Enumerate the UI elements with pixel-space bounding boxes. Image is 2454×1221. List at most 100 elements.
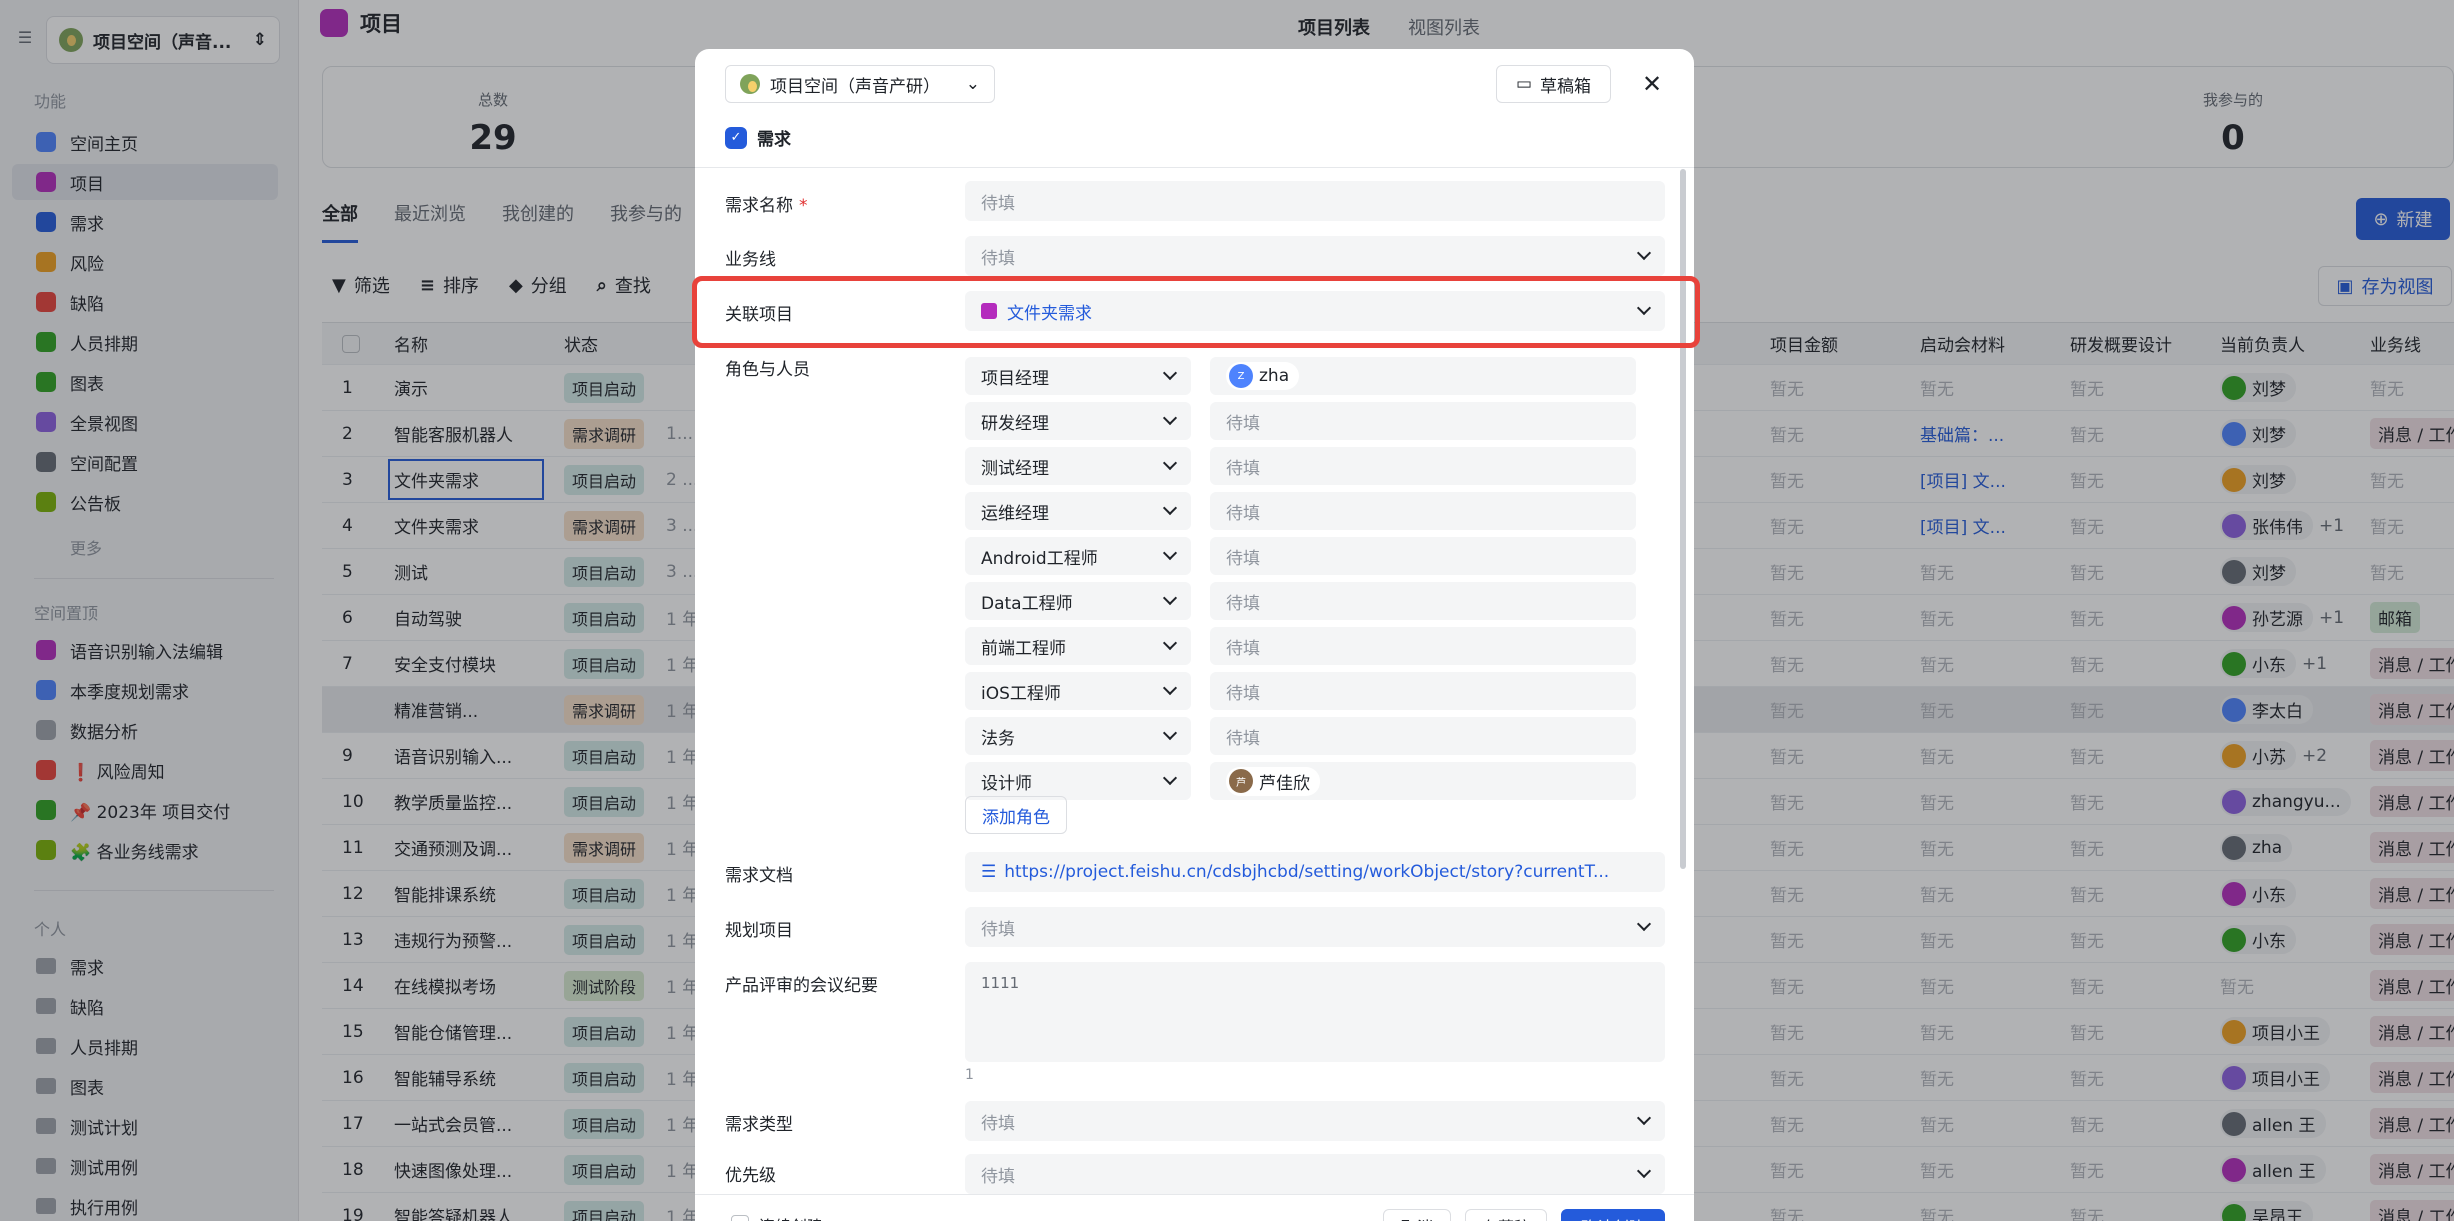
role-name: iOS工程师 [981,683,1061,704]
field-label-priority: 优先级 [725,1166,776,1186]
role-select[interactable]: 研发经理 [965,402,1191,440]
role-name: 项目经理 [981,368,1049,389]
role-select[interactable]: Android工程师 [965,537,1191,575]
role-select[interactable]: 前端工程师 [965,627,1191,665]
chevron-down-icon [1162,500,1178,516]
role-select[interactable]: 设计师 [965,762,1191,800]
confirm-create-button[interactable]: 确认创建 [1561,1209,1665,1221]
placeholder: 待填 [1226,593,1260,614]
inbox-icon: ▭ [1515,74,1533,94]
avatar: Z [1229,364,1253,388]
role-person-field[interactable]: 待填 [1210,492,1636,530]
placeholder: 待填 [981,919,1015,940]
role-person-field[interactable]: 芦芦佳欣 [1210,762,1636,800]
chevron-down-icon: ⌄ [965,74,980,94]
name-label-text: 需求名称 [725,196,793,216]
role-name: 研发经理 [981,413,1049,434]
requirement-name-input[interactable]: 待填 [965,181,1665,221]
cancel-button[interactable]: 取消 [1383,1209,1451,1221]
person-name: 芦佳欣 [1259,773,1310,794]
field-label-roles: 角色与人员 [725,360,810,380]
role-select[interactable]: Data工程师 [965,582,1191,620]
chevron-down-icon [1162,365,1178,381]
doc-list-icon: ☰ [981,862,997,882]
char-count: 1 [965,1067,974,1083]
requirement-type-select[interactable]: 待填 [965,1101,1665,1141]
modal-footer: 连续创建 取消 存草稿 确认创建 [695,1194,1694,1221]
person-chip[interactable]: 芦芦佳欣 [1226,766,1320,796]
placeholder: 待填 [1226,458,1260,479]
requirement-doc-field[interactable]: ☰ https://project.feishu.cn/cdsbjhcbd/set… [965,852,1665,892]
placeholder: 待填 [1226,683,1260,704]
business-line-select[interactable]: 待填 [965,236,1665,276]
work-item-type: 需求 [757,130,791,150]
continue-create-checkbox[interactable] [731,1215,749,1221]
role-person-field[interactable]: 待填 [1210,627,1636,665]
role-person-field[interactable]: 待填 [1210,402,1636,440]
chevron-down-icon [1162,725,1178,741]
role-name: Android工程师 [981,548,1098,569]
placeholder: 待填 [1226,638,1260,659]
field-label-name: 需求名称 * [725,191,808,216]
placeholder: 待填 [981,248,1015,269]
chevron-down-icon [1162,590,1178,606]
role-select[interactable]: 运维经理 [965,492,1191,530]
role-person-field[interactable]: 待填 [1210,672,1636,710]
role-name: Data工程师 [981,593,1073,614]
space-avatar [740,74,760,94]
placeholder: 待填 [1226,503,1260,524]
highlight-box [692,276,1700,348]
role-select[interactable]: iOS工程师 [965,672,1191,710]
avatar: 芦 [1229,769,1253,793]
placeholder: 待填 [981,193,1015,214]
placeholder: 待填 [1226,728,1260,749]
plan-project-select[interactable]: 待填 [965,907,1665,947]
field-label-business-line: 业务线 [725,250,776,270]
add-role-button[interactable]: 添加角色 [965,796,1067,834]
chevron-down-icon [1636,1163,1652,1179]
role-person-field[interactable]: 待填 [1210,582,1636,620]
chevron-down-icon [1636,245,1652,261]
doc-link[interactable]: https://project.feishu.cn/cdsbjhcbd/sett… [1004,862,1609,882]
role-name: 测试经理 [981,458,1049,479]
role-name: 前端工程师 [981,638,1066,659]
create-requirement-dialog: 项目空间（声音产研） ⌄ ▭ 草稿箱 ✕ ✓ 需求 需求名称 * 待填 业务线 待… [695,49,1694,1221]
role-person-field[interactable]: 待填 [1210,717,1636,755]
required-mark: * [799,196,808,216]
person-chip[interactable]: Zzha [1226,362,1300,390]
chevron-down-icon [1162,680,1178,696]
role-select[interactable]: 项目经理 [965,357,1191,395]
meeting-notes-textarea[interactable]: 1111 [965,962,1665,1062]
person-name: zha [1259,366,1290,386]
chevron-down-icon [1162,455,1178,471]
role-select[interactable]: 法务 [965,717,1191,755]
placeholder: 待填 [981,1166,1015,1187]
role-person-field[interactable]: 待填 [1210,447,1636,485]
chevron-down-icon [1162,770,1178,786]
chevron-down-icon [1162,635,1178,651]
chevron-down-icon [1636,916,1652,932]
role-name: 运维经理 [981,503,1049,524]
modal-space-name: 项目空间（声音产研） [770,76,940,97]
divider [695,167,1694,168]
placeholder: 待填 [1226,413,1260,434]
role-person-field[interactable]: 待填 [1210,537,1636,575]
chevron-down-icon [1162,410,1178,426]
continue-create-label: 连续创建 [759,1213,823,1221]
modal-scrollbar[interactable] [1680,169,1686,869]
field-label-notes: 产品评审的会议纪要 [725,976,878,996]
save-draft-button[interactable]: 存草稿 [1465,1209,1547,1221]
close-icon[interactable]: ✕ [1637,69,1667,99]
requirement-type-icon: ✓ [725,126,747,149]
placeholder: 待填 [1226,548,1260,569]
priority-select[interactable]: 待填 [965,1154,1665,1194]
role-name: 设计师 [981,773,1032,794]
chevron-down-icon [1636,1110,1652,1126]
field-label-doc: 需求文档 [725,866,793,886]
placeholder: 待填 [981,1113,1015,1134]
role-person-field[interactable]: Zzha [1210,357,1636,395]
field-label-plan: 规划项目 [725,921,793,941]
role-select[interactable]: 测试经理 [965,447,1191,485]
modal-space-selector[interactable]: 项目空间（声音产研） ⌄ [725,65,995,103]
draft-box-button[interactable]: ▭ 草稿箱 [1496,65,1611,103]
